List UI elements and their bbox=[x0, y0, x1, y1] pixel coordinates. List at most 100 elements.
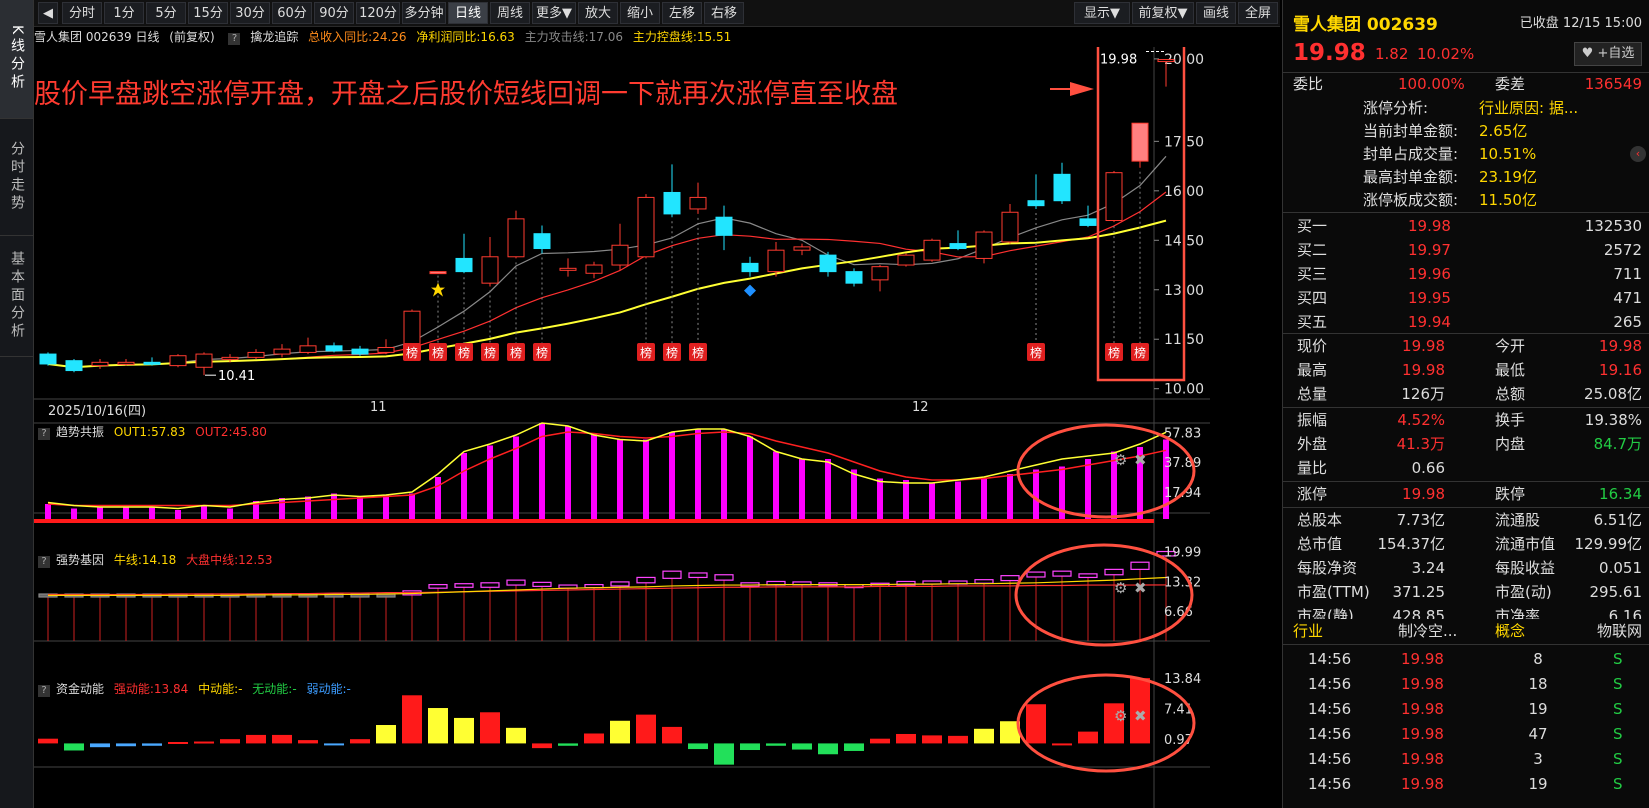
candle-body bbox=[949, 243, 967, 250]
limit-key: 最高封单金额: bbox=[1363, 168, 1459, 186]
stat-value-2: 295.61 bbox=[1589, 583, 1643, 601]
bid-row[interactable]: 买二 19.97 2572 bbox=[1283, 238, 1649, 262]
tick-price: 19.98 bbox=[1401, 700, 1444, 718]
candle-body bbox=[481, 256, 499, 284]
tick-volume: 19 bbox=[1528, 700, 1548, 718]
candle-body bbox=[221, 356, 239, 360]
trend-bar bbox=[799, 459, 805, 519]
back-arrow-button[interactable]: ◀ bbox=[38, 2, 58, 24]
concept-value[interactable]: 物联网 bbox=[1597, 619, 1642, 643]
period-button[interactable]: 多分钟 bbox=[402, 2, 446, 24]
trend-bar bbox=[721, 429, 727, 519]
period-button[interactable]: 分时 bbox=[62, 2, 102, 24]
period-button[interactable]: 90分 bbox=[314, 2, 354, 24]
help-icon[interactable]: ? bbox=[38, 428, 50, 440]
period-button[interactable]: 120分 bbox=[356, 2, 400, 24]
period-button[interactable]: 1分 bbox=[104, 2, 144, 24]
help-icon[interactable]: ? bbox=[228, 33, 241, 45]
trend-bar bbox=[929, 483, 935, 519]
period-button[interactable]: 右移 bbox=[704, 2, 744, 24]
stat-key-2: 市盈(动) bbox=[1495, 583, 1552, 601]
tick-volume: 8 bbox=[1533, 650, 1543, 668]
bid-volume: 132530 bbox=[1584, 217, 1642, 235]
trend-bar bbox=[903, 480, 909, 519]
candle-body bbox=[585, 264, 603, 274]
toolbar-right-button[interactable]: 显示▼ bbox=[1074, 2, 1130, 24]
help-icon[interactable]: ? bbox=[38, 685, 50, 697]
period-button[interactable]: 周线 bbox=[490, 2, 530, 24]
fund-bar bbox=[792, 743, 812, 750]
trend-bar bbox=[409, 493, 415, 519]
bid-row[interactable]: 买三 19.96 711 bbox=[1283, 262, 1649, 286]
stat-key-1: 外盘 bbox=[1297, 435, 1328, 453]
profit-yoy: 净利润同比:16.63 bbox=[416, 30, 515, 44]
candle-body bbox=[273, 348, 291, 355]
quote-pct: 10.02% bbox=[1417, 45, 1475, 63]
stat-key-1: 量比 bbox=[1297, 459, 1328, 477]
collapse-chevron-icon[interactable]: ‹ bbox=[1630, 146, 1646, 162]
candle-body bbox=[507, 218, 525, 258]
fund-bar bbox=[454, 717, 474, 744]
bid-row[interactable]: 买一 19.98 132530 bbox=[1283, 214, 1649, 238]
candle-body bbox=[91, 361, 109, 367]
fund-bar bbox=[168, 741, 188, 744]
diff-value: 136549 bbox=[1584, 75, 1642, 93]
limit-value: 2.65亿 bbox=[1479, 122, 1528, 140]
bid-row[interactable]: 买五 19.94 265 bbox=[1283, 310, 1649, 334]
industry-value[interactable]: 制冷空... bbox=[1398, 619, 1457, 643]
indicator-name[interactable]: 擒龙追踪 bbox=[250, 30, 298, 44]
toolbar-right-button[interactable]: 前复权▼ bbox=[1132, 2, 1194, 24]
bang-badge-label: 榜 bbox=[406, 345, 418, 360]
tab-k-line-analysis[interactable]: K线分析 bbox=[0, 0, 33, 119]
toolbar-right-button[interactable]: 全屏 bbox=[1238, 2, 1278, 24]
candle-body bbox=[325, 345, 343, 352]
fund-bar bbox=[844, 743, 864, 751]
strong-bull: 牛线:14.18 bbox=[113, 553, 177, 567]
add-favorite-button[interactable]: ♥ +自选 bbox=[1574, 42, 1642, 66]
toolbar-right-button[interactable]: 画线 bbox=[1196, 2, 1236, 24]
trend-bar bbox=[357, 496, 363, 519]
period-button[interactable]: 60分 bbox=[272, 2, 312, 24]
help-icon[interactable]: ? bbox=[38, 556, 50, 568]
strong-box bbox=[1078, 573, 1098, 579]
limit-key: 涨停分析: bbox=[1363, 99, 1429, 117]
fund-mid: 中动能:- bbox=[198, 682, 243, 696]
stat-key-1: 涨停 bbox=[1297, 485, 1328, 503]
period-button[interactable]: 日线 bbox=[448, 2, 488, 24]
bang-badge-label: 榜 bbox=[692, 345, 704, 360]
stat-value-2: 129.99亿 bbox=[1574, 535, 1643, 553]
left-arrow-icon: ◀ bbox=[43, 6, 53, 21]
strong-box bbox=[636, 576, 656, 584]
period-button[interactable]: 放大 bbox=[578, 2, 618, 24]
arrow-head-icon bbox=[1070, 82, 1094, 96]
annotations: 10.41 19.98 ⚙ ✖ ⚙ ✖ ⚙ ✖ bbox=[205, 47, 1196, 773]
period-button[interactable]: 更多▼ bbox=[532, 2, 576, 24]
period-button[interactable]: 30分 bbox=[230, 2, 270, 24]
stats-row: 总市值 154.37亿 流通市值 129.99亿 bbox=[1283, 532, 1649, 556]
gear-icon: ⚙ bbox=[1114, 707, 1127, 725]
trend-bar bbox=[383, 495, 389, 519]
tab-intraday-trend[interactable]: 分时走势 bbox=[0, 119, 33, 236]
tick-price: 19.98 bbox=[1401, 650, 1444, 668]
stat-value-2: 0.051 bbox=[1599, 559, 1642, 577]
fund-bar bbox=[116, 743, 136, 747]
tab-fundamental-analysis[interactable]: 基本面分析 bbox=[0, 236, 33, 357]
bid-row[interactable]: 买四 19.95 471 bbox=[1283, 286, 1649, 310]
limit-value: 10.51% bbox=[1479, 145, 1537, 163]
limit-value: 23.19亿 bbox=[1479, 168, 1537, 186]
fund-bar bbox=[818, 743, 838, 755]
period-button[interactable]: 缩小 bbox=[620, 2, 660, 24]
strong-box bbox=[1104, 568, 1124, 576]
period-button[interactable]: 15分 bbox=[188, 2, 228, 24]
fund-bar bbox=[584, 733, 604, 744]
fund-bar bbox=[1026, 704, 1046, 744]
candle-body bbox=[1027, 200, 1045, 207]
stat-value-2: 25.08亿 bbox=[1584, 385, 1642, 403]
period-button[interactable]: 左移 bbox=[662, 2, 702, 24]
period-button[interactable]: 5分 bbox=[146, 2, 186, 24]
main-control-line: 主力控盘线:15.51 bbox=[632, 30, 732, 44]
ma-line bbox=[47, 191, 1167, 368]
date-nov-label: 11 bbox=[370, 400, 387, 415]
candle-body bbox=[143, 361, 161, 365]
chart-info-line: 雪人集团 002639 日线 (前复权) ? 擒龙追踪 总收入同比:24.26 … bbox=[34, 27, 1210, 47]
